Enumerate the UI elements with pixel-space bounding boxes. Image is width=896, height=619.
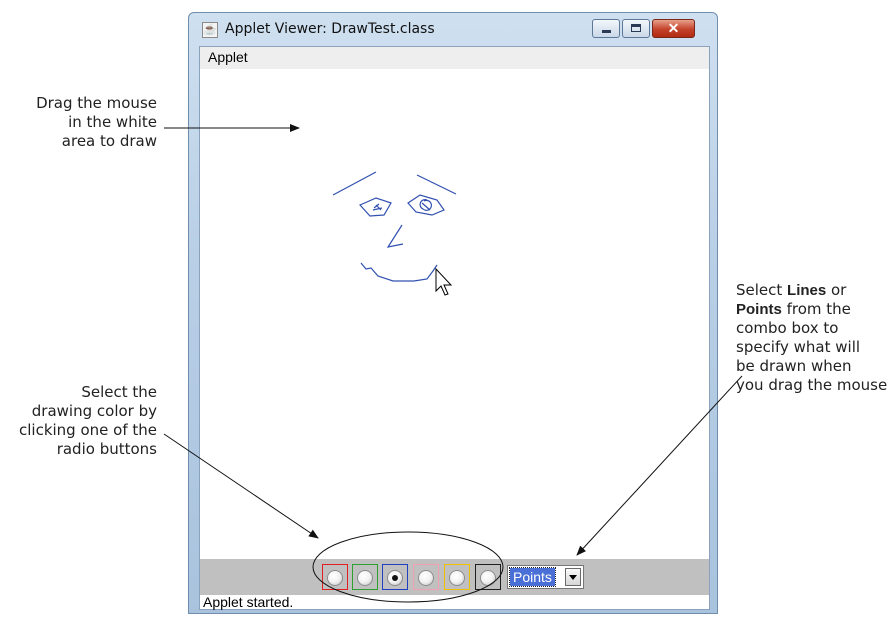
minimize-icon [602,30,611,33]
close-button[interactable]: ✕ [652,19,695,38]
callout-color-line-4: radio buttons [56,440,157,458]
maximize-button[interactable] [622,19,650,38]
chevron-down-icon[interactable] [565,568,581,586]
drawing-svg [332,171,457,296]
status-bar: Applet started. [200,594,709,610]
callout-drag-line-2: in the white [68,113,157,131]
radio-circle [418,570,434,586]
right-eyebrow-stroke [416,174,457,195]
maximize-icon [631,24,641,32]
color-radio-blue[interactable] [382,564,408,590]
applet-viewer-window: ☕ Applet Viewer: DrawTest.class ✕ Applet [188,12,718,614]
close-icon: ✕ [667,20,680,36]
callout-drag-line-3: area to draw [61,132,157,150]
shape-mode-combo-box[interactable]: Points [507,565,584,589]
applet-client-area: Applet Points Applet started. [199,46,710,610]
window-title: Applet Viewer: DrawTest.class [225,21,435,37]
right-pupil-stroke [419,198,432,211]
title-bar[interactable]: ☕ Applet Viewer: DrawTest.class ✕ [189,13,717,47]
controls-panel: Points [200,559,709,595]
color-radio-black[interactable] [475,564,501,590]
face-drawing [332,171,457,282]
status-text: Applet started. [203,594,294,610]
callout-drag-instructions: Drag the mouse in the white area to draw [36,94,157,151]
callout-combo-line-4: specify what will [736,338,861,356]
callout-color-line-1: Select the [81,383,157,401]
left-pupil-stroke [372,203,383,211]
callout-combo-line-6: you drag the mouse [736,376,888,394]
callout-combo-line-3: combo box to [736,319,839,337]
callout-combo-line-5: be drawn when [736,357,852,375]
radio-circle [480,570,496,586]
menu-bar: Applet [200,47,709,69]
radio-circle [449,570,465,586]
mouse-cursor-icon [435,267,453,296]
nose-stroke [386,224,404,248]
callout-color-line-3: clicking one of the [18,421,157,439]
java-icon: ☕ [202,22,218,38]
drawing-canvas[interactable] [200,69,709,559]
callout-combo-instructions: Select Lines or Points from the combo bo… [736,281,887,395]
left-eyebrow-stroke [332,171,377,196]
mouth-stroke [360,262,438,282]
minimize-button[interactable] [592,19,620,38]
color-radio-yellow[interactable] [444,564,470,590]
color-radio-pink[interactable] [413,564,439,590]
callout-color-instructions: Select the drawing color by clicking one… [19,383,157,459]
menu-applet[interactable]: Applet [208,49,248,65]
callout-combo-line-1: Select Lines or [736,281,847,299]
callout-combo-line-2: Points from the [736,300,851,318]
radio-circle-selected [387,570,403,586]
color-radio-red[interactable] [322,564,348,590]
color-radio-green[interactable] [352,564,378,590]
right-eye-stroke [407,194,445,216]
radio-circle [327,570,343,586]
radio-circle [357,570,373,586]
callout-color-line-2: drawing color by [31,402,157,420]
combo-selected-value: Points [509,567,556,587]
callout-drag-line-1: Drag the mouse [36,94,157,112]
